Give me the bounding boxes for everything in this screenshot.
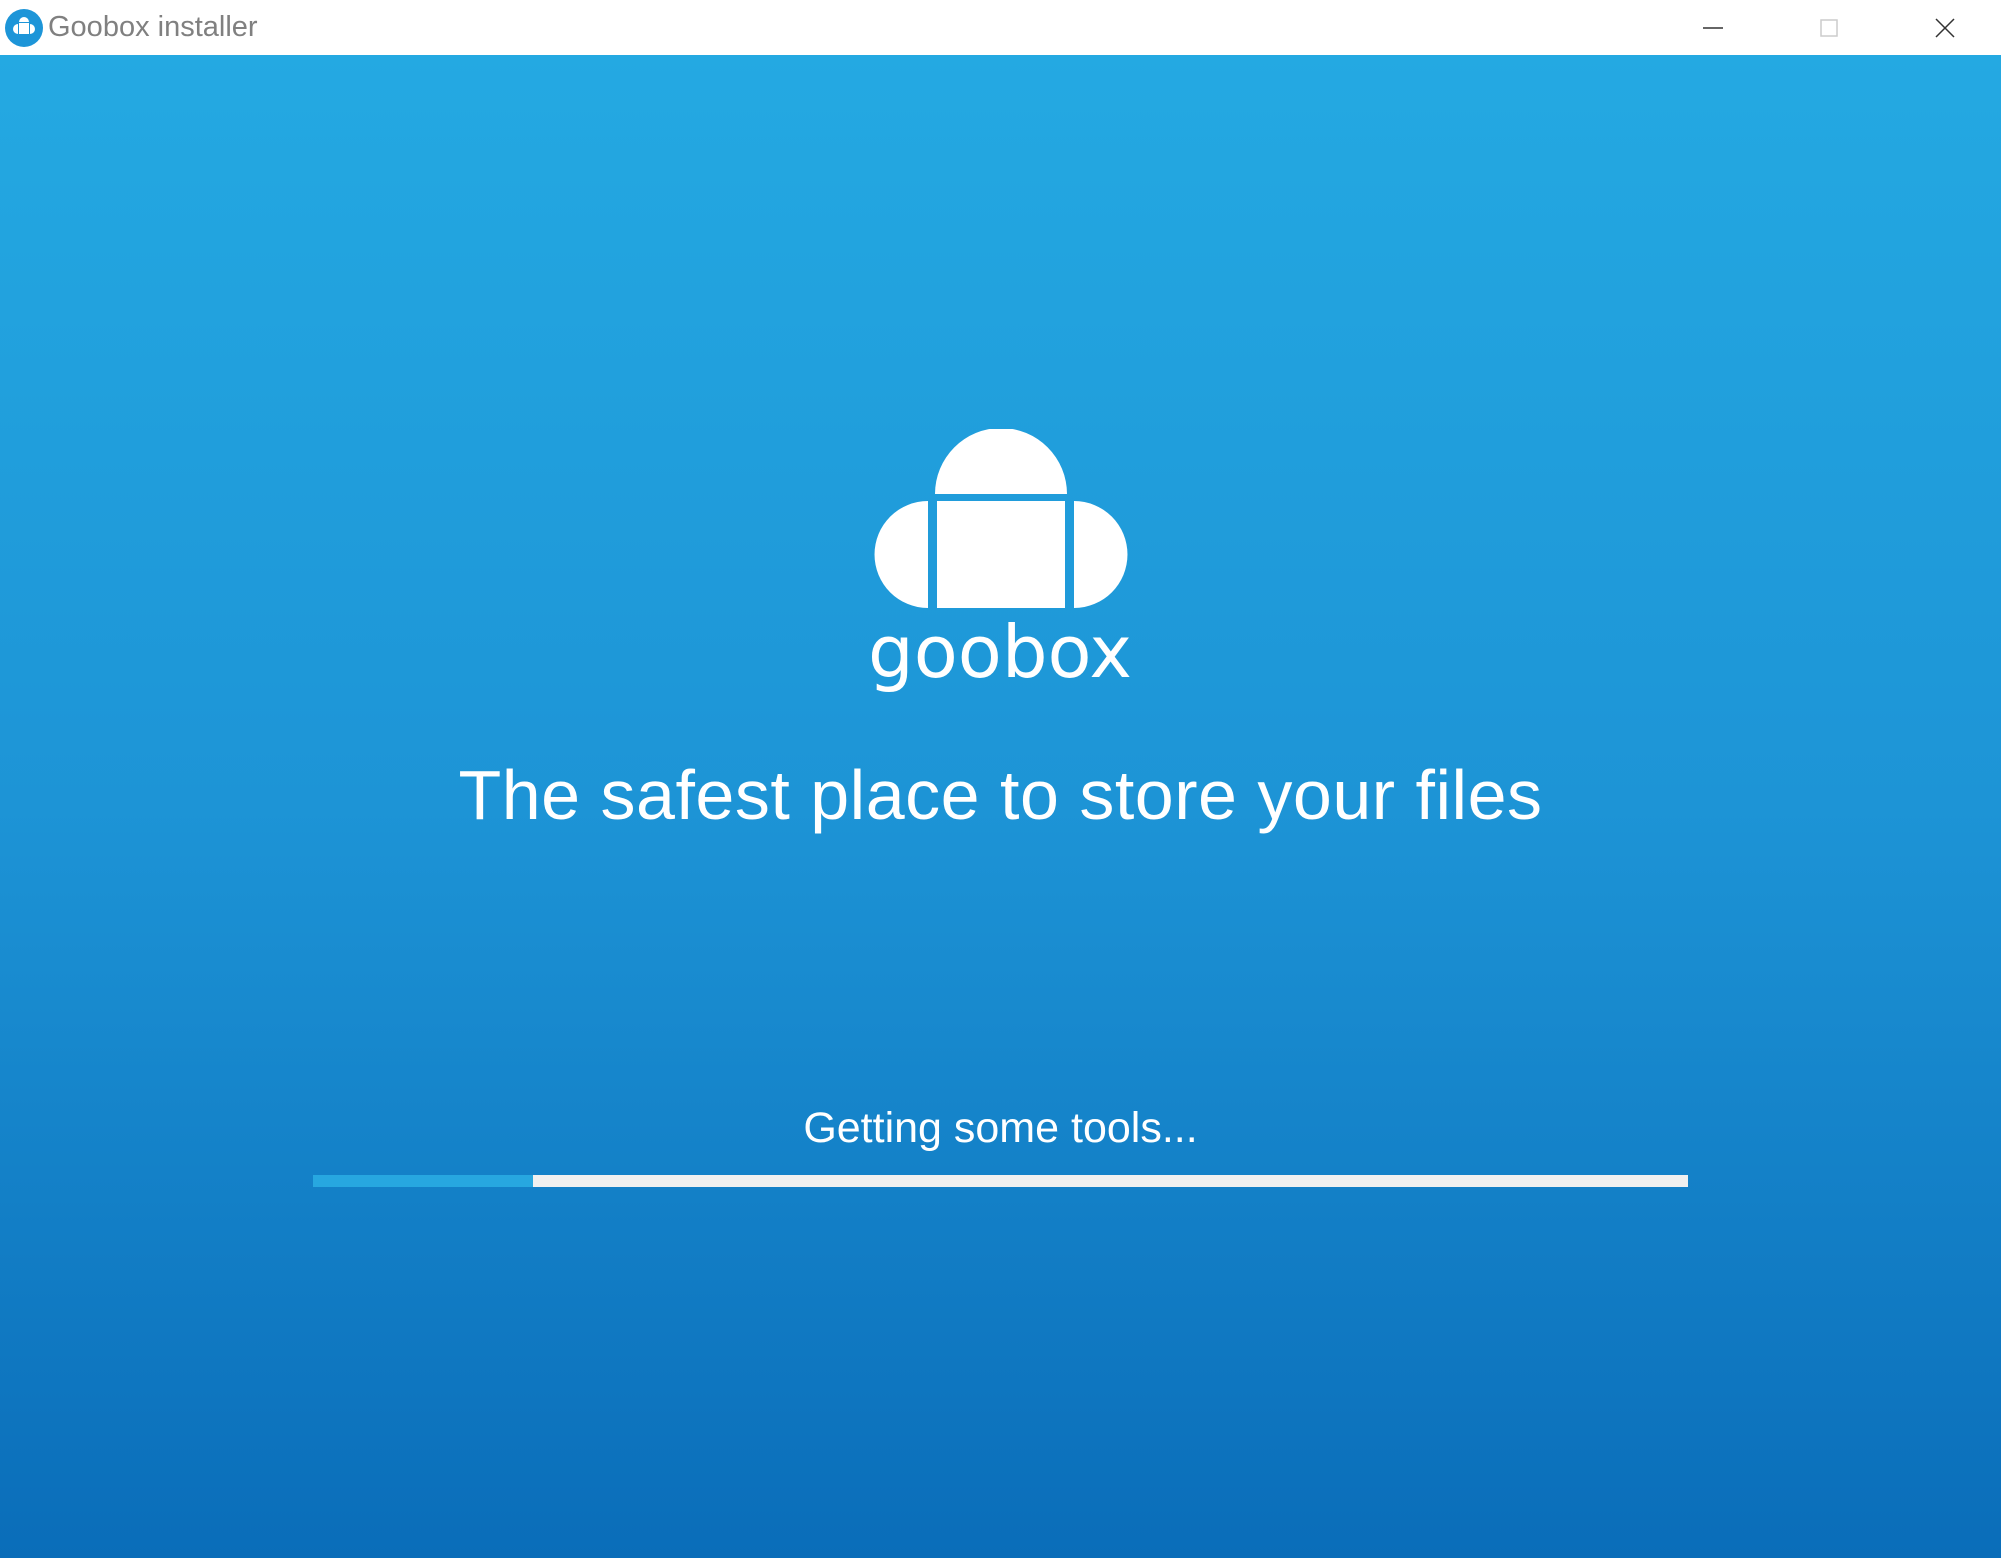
goobox-logo: goobox <box>868 429 1132 694</box>
maximize-button[interactable] <box>1771 0 1887 55</box>
close-button[interactable] <box>1887 0 2001 55</box>
logo-wordmark: goobox <box>868 610 1132 694</box>
maximize-icon <box>1820 18 1838 37</box>
status-text: Getting some tools... <box>803 1104 1198 1152</box>
title-bar[interactable]: Goobox installer <box>0 0 2001 55</box>
logo-left-wing <box>874 501 928 608</box>
progress-fill <box>313 1175 533 1187</box>
logo-dome <box>935 429 1067 494</box>
window-title: Goobox installer <box>48 11 258 43</box>
progress-bar <box>313 1175 1688 1187</box>
installer-window: Goobox installer goobox The safest place… <box>0 0 2001 1558</box>
goobox-app-icon <box>5 9 43 47</box>
minimize-button[interactable] <box>1655 0 1771 55</box>
installer-content: goobox The safest place to store your fi… <box>0 55 2001 1558</box>
tagline: The safest place to store your files <box>458 756 1543 834</box>
logo-body <box>937 501 1065 608</box>
minimize-icon <box>1703 26 1723 29</box>
close-icon <box>1935 17 1955 38</box>
logo-right-wing <box>1074 501 1128 608</box>
